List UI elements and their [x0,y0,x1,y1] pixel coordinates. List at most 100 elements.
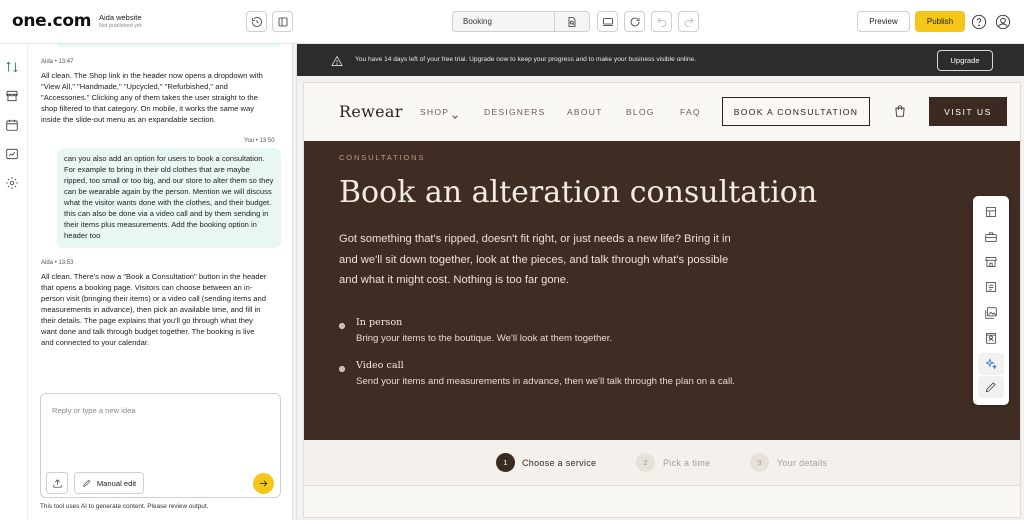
layout-tool[interactable] [984,205,998,219]
upload-button[interactable] [46,472,68,494]
stats-icon [6,148,18,160]
message-author: You [244,138,255,144]
message-meta: You • 13:50 [244,138,275,144]
ai-edit-icon [6,61,18,73]
chevron-down-icon[interactable] [451,108,459,119]
manual-edit-label: Manual edit [96,478,137,488]
trial-message: You have 14 days left of your free trial… [355,56,696,63]
help-button[interactable] [971,14,987,30]
message-author: Aida [41,59,54,65]
desktop-view-button[interactable] [597,11,618,32]
store-tool[interactable] [984,255,998,269]
contact-card-icon [985,332,997,344]
step-label-your-details[interactable]: Your details [777,458,827,468]
site-header [304,83,1020,141]
step-label-choose-service[interactable]: Choose a service [522,458,596,468]
step-label-pick-time[interactable]: Pick a time [663,458,710,468]
step-number-1[interactable]: 1 [496,453,515,472]
gallery-tool[interactable] [984,306,998,320]
previous-user-bubble-edge [57,44,281,47]
nav-designers[interactable]: DESIGNERS [484,107,545,117]
nav-about[interactable]: ABOUT [567,107,603,117]
assistant-message: All clean. There's now a "Book a Consult… [41,272,267,347]
refresh-icon [630,17,639,26]
upload-icon [52,478,62,488]
page-search-icon [568,16,576,27]
contact-tool[interactable] [984,331,998,345]
message-time: 13:50 [259,138,275,144]
option-bullet [339,323,345,329]
page-settings-button[interactable] [554,11,590,32]
pencil-icon [985,382,996,393]
message-time: 13:47 [58,59,74,65]
option-title-video-call: Video call [356,360,404,371]
manual-edit-button[interactable]: Manual edit [74,472,144,494]
upgrade-button[interactable]: Upgrade [937,50,993,71]
history-icon [251,16,262,27]
user-message: can you also add an option for users to … [64,154,274,240]
page-select[interactable]: Booking [452,11,555,32]
sparkle-icon [985,358,998,370]
book-consultation-button[interactable]: BOOK A CONSULTATION [722,97,870,126]
undo-icon [656,17,666,27]
arrow-right-icon [259,480,268,487]
gear-icon [6,177,18,189]
text-block-icon [985,281,997,293]
user-message-bubble: can you also add an option for users to … [57,148,281,248]
undo-button[interactable] [651,11,672,32]
rail-stats[interactable] [5,147,21,163]
rail-store[interactable] [5,89,21,105]
account-button[interactable] [995,14,1011,30]
edit-tool[interactable] [984,380,998,394]
help-icon [971,14,987,30]
chat-input-placeholder: Reply or type a new idea [52,406,136,415]
assistant-message: All clean. The Shop link in the header n… [41,71,263,124]
option-bullet [339,366,345,372]
message-author: Aida [41,260,54,266]
step-number-2[interactable]: 2 [636,453,655,472]
site-status: Not published yet [99,23,142,29]
step-number-3[interactable]: 3 [750,453,769,472]
preview-button[interactable]: Preview [857,11,910,32]
refresh-button[interactable] [624,11,645,32]
toggle-panel-button[interactable] [272,11,293,32]
message-time: 13:53 [58,260,74,266]
rail-ai-editor[interactable] [5,60,21,76]
site-logo[interactable]: Rewear [339,102,403,121]
rail-bookings[interactable] [5,118,21,134]
ai-disclaimer: This tool uses AI to generate content. P… [40,503,209,510]
pencil-icon [83,479,91,487]
history-button[interactable] [246,11,267,32]
calendar-icon [6,119,18,131]
rail-settings[interactable] [5,176,21,192]
visit-us-button[interactable]: VISIT US [929,97,1007,126]
warning-icon [331,54,343,66]
ai-tool[interactable] [984,357,998,371]
brand-logo[interactable]: one.com [12,11,91,31]
store-icon [985,256,997,268]
images-icon [985,307,997,319]
text-tool[interactable] [984,280,998,294]
publish-button[interactable]: Publish [915,11,965,32]
redo-button[interactable] [678,11,699,32]
sidebar-toggle-icon [278,17,287,26]
site-name: Aida website [99,13,142,22]
layout-icon [985,206,997,218]
cart-icon[interactable] [893,104,907,118]
redo-icon [684,17,694,27]
monitor-icon [602,17,613,26]
option-desc-in-person: Bring your items to the boutique. We'll … [356,333,613,344]
hero-title: Book an alteration consultation [339,175,818,210]
nav-shop[interactable]: SHOP [420,107,449,117]
booking-steps [304,440,1020,486]
option-desc-video-call: Send your items and measurements in adva… [356,376,735,387]
left-rail [0,44,28,520]
nav-faq[interactable]: FAQ [680,107,701,117]
nav-blog[interactable]: BLOG [626,107,655,117]
toolkit-tool[interactable] [984,230,998,244]
message-meta: Aida • 13:53 [41,260,73,266]
option-title-in-person: In person [356,317,403,328]
send-button[interactable] [253,473,274,494]
user-icon [995,14,1011,30]
message-meta: Aida • 13:47 [41,59,73,65]
